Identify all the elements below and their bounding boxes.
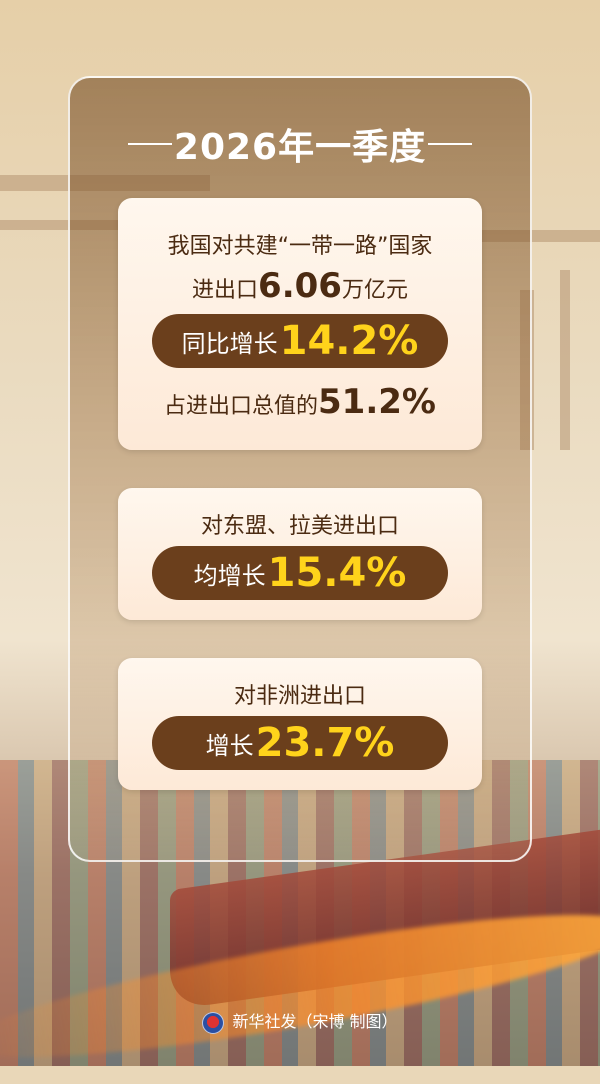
title-divider-right <box>428 143 472 145</box>
card1-line2: 进出口6.06万亿元 <box>118 266 482 306</box>
card2-growth-pill: 均增长 15.4% <box>152 546 448 600</box>
card2-line1: 对东盟、拉美进出口 <box>200 514 399 539</box>
card1-line1: 我国对共建“一带一路”国家 <box>167 234 433 259</box>
card1-line2-suffix: 万亿元 <box>341 278 408 303</box>
card3-line1: 对非洲进出口 <box>233 684 366 709</box>
card2-pill-prefix: 均增长 <box>193 561 266 590</box>
card1-growth-pill: 同比增长 14.2% <box>152 314 448 368</box>
card1-pill-value: 14.2% <box>279 318 419 364</box>
card1-line4-prefix: 占进出口总值的 <box>164 394 319 419</box>
card1-line2-value: 6.06 <box>258 266 342 306</box>
card2-pill-value: 15.4% <box>267 550 407 596</box>
stat-card-africa: 对非洲进出口 增长 23.7% <box>118 658 482 790</box>
card3-growth-pill: 增长 23.7% <box>152 716 448 770</box>
card1-line2-prefix: 进出口 <box>192 278 259 303</box>
card1-pill-prefix: 同比增长 <box>181 329 278 358</box>
card3-pill-prefix: 增长 <box>205 731 254 760</box>
footer-credit: 新华社发（宋博 制图） <box>0 1008 600 1034</box>
stat-card-asean-latam: 对东盟、拉美进出口 均增长 15.4% <box>118 488 482 620</box>
xinhua-logo-icon <box>202 1011 225 1034</box>
card1-line4-value: 51.2% <box>318 382 436 422</box>
stat-card-belt-road: 我国对共建“一带一路”国家 进出口6.06万亿元 同比增长 14.2% 占进出口总… <box>118 198 482 450</box>
card1-line4: 占进出口总值的51.2% <box>118 382 482 422</box>
page-title: 2026年一季度 <box>173 127 427 168</box>
footer-text: 新华社发（宋博 制图） <box>232 1012 398 1031</box>
crane-shape <box>560 270 570 450</box>
card3-pill-value: 23.7% <box>255 720 395 766</box>
